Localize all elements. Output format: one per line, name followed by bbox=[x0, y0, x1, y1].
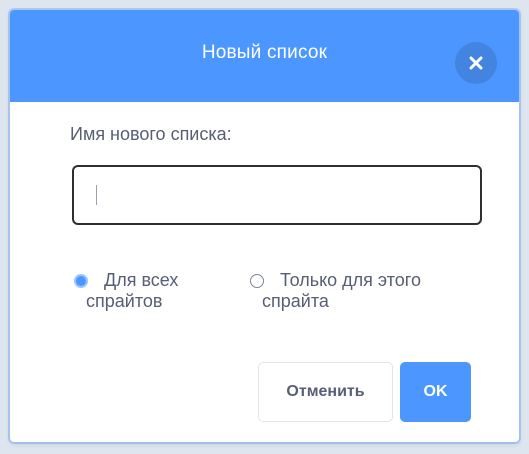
scope-this-line1: Только для этого bbox=[280, 270, 421, 290]
dialog-header: Новый список bbox=[10, 10, 519, 102]
dialog-title: Новый список bbox=[201, 42, 328, 63]
scope-option-all-sprites-label: Для всех спрайтов bbox=[86, 270, 234, 312]
page-background: Новый список Имя нового списка: Для всех… bbox=[0, 0, 529, 454]
cancel-button[interactable]: Отменить bbox=[258, 362, 393, 422]
list-name-field[interactable] bbox=[72, 165, 482, 225]
list-name-label: Имя нового списка: bbox=[70, 124, 232, 144]
scope-option-all-sprites[interactable]: Для всех спрайтов bbox=[74, 270, 234, 312]
scope-this-line2: спрайта bbox=[262, 291, 329, 311]
close-icon bbox=[469, 56, 483, 70]
ok-button-label: OK bbox=[423, 383, 448, 400]
ok-button[interactable]: OK bbox=[400, 362, 471, 422]
cancel-button-label: Отменить bbox=[286, 383, 365, 400]
scope-all-line2: спрайтов bbox=[86, 291, 163, 311]
scope-option-this-sprite-label: Только для этого спрайта bbox=[262, 270, 442, 312]
close-button[interactable] bbox=[455, 42, 497, 84]
list-name-input[interactable] bbox=[88, 167, 468, 223]
scope-option-this-sprite[interactable]: Только для этого спрайта bbox=[250, 270, 480, 312]
new-list-dialog: Новый список Имя нового списка: Для всех… bbox=[10, 10, 519, 442]
scope-all-line1: Для всех bbox=[104, 270, 179, 290]
